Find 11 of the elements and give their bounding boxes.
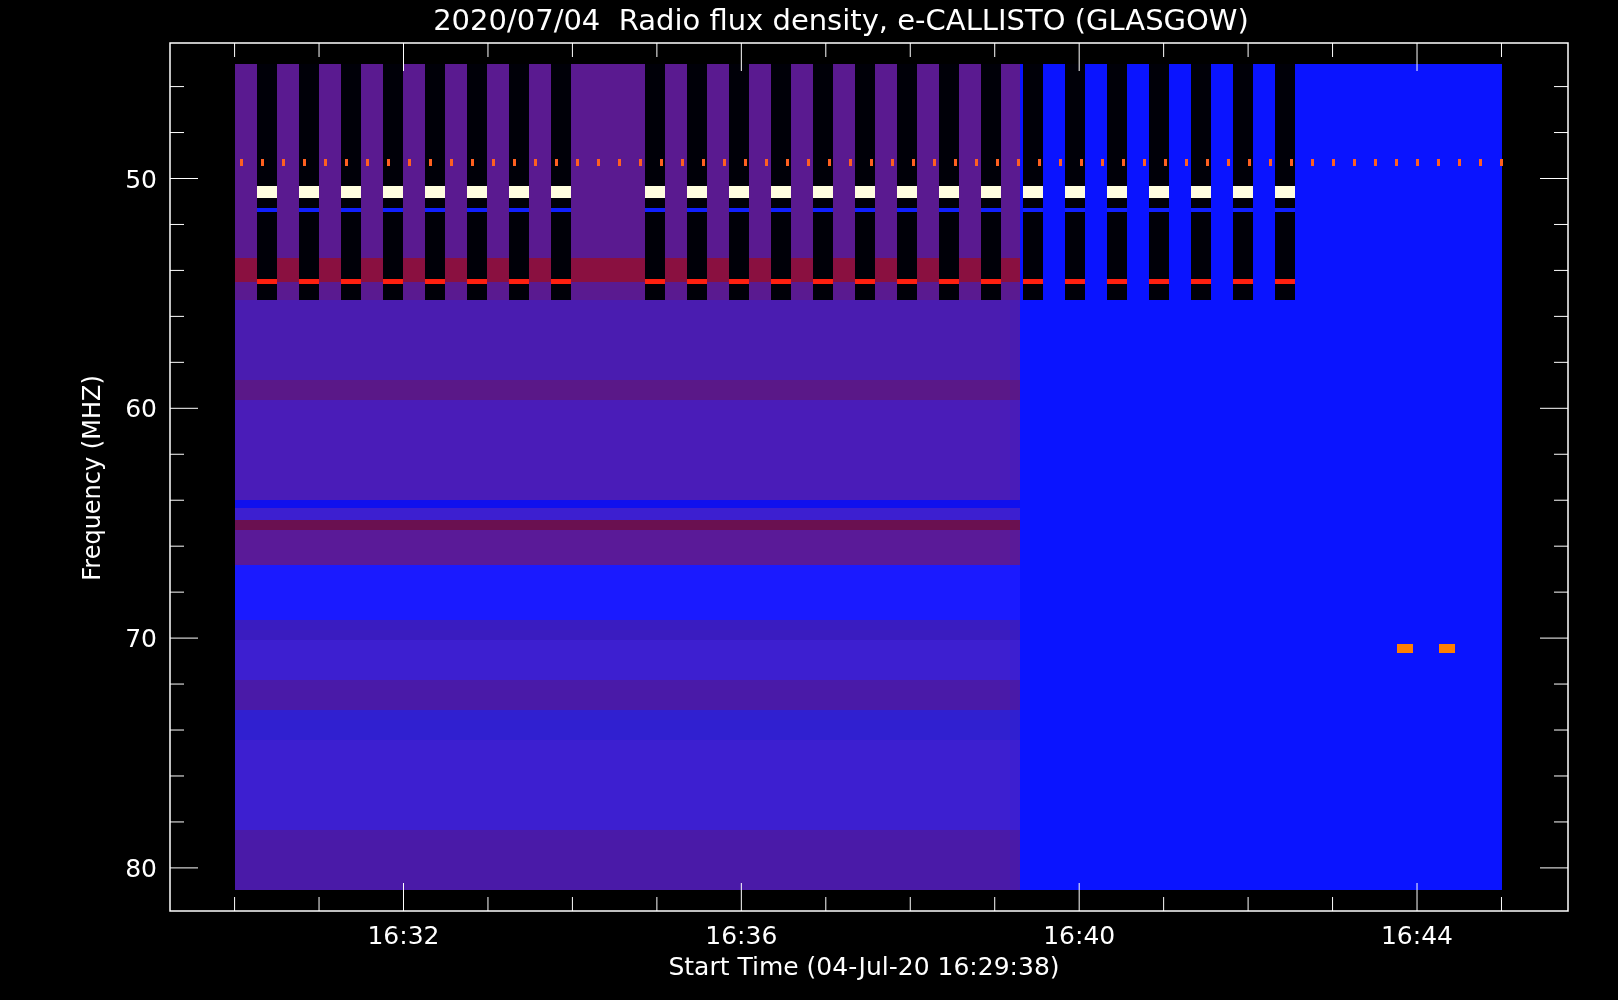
chart-title: 2020/07/04 Radio flux density, e-CALLISTO (GLASGOW) (433, 3, 1249, 37)
y-axis-label: Frequency (MHZ) (78, 375, 106, 581)
axis-tick-label: 80 (125, 854, 157, 883)
x-axis-label: Start Time (04-Jul-20 16:29:38) (668, 952, 1060, 981)
axis-tick-label: 50 (125, 164, 157, 194)
axis-tick-label: 60 (125, 394, 157, 424)
axis-tick-label: 16:44 (1381, 921, 1453, 950)
axis-tick-label: 70 (125, 624, 157, 654)
axis-tick-label: 16:36 (705, 921, 778, 950)
axis-tick-label: 16:32 (367, 921, 440, 950)
axis-tick-label: 16:40 (1043, 921, 1116, 950)
